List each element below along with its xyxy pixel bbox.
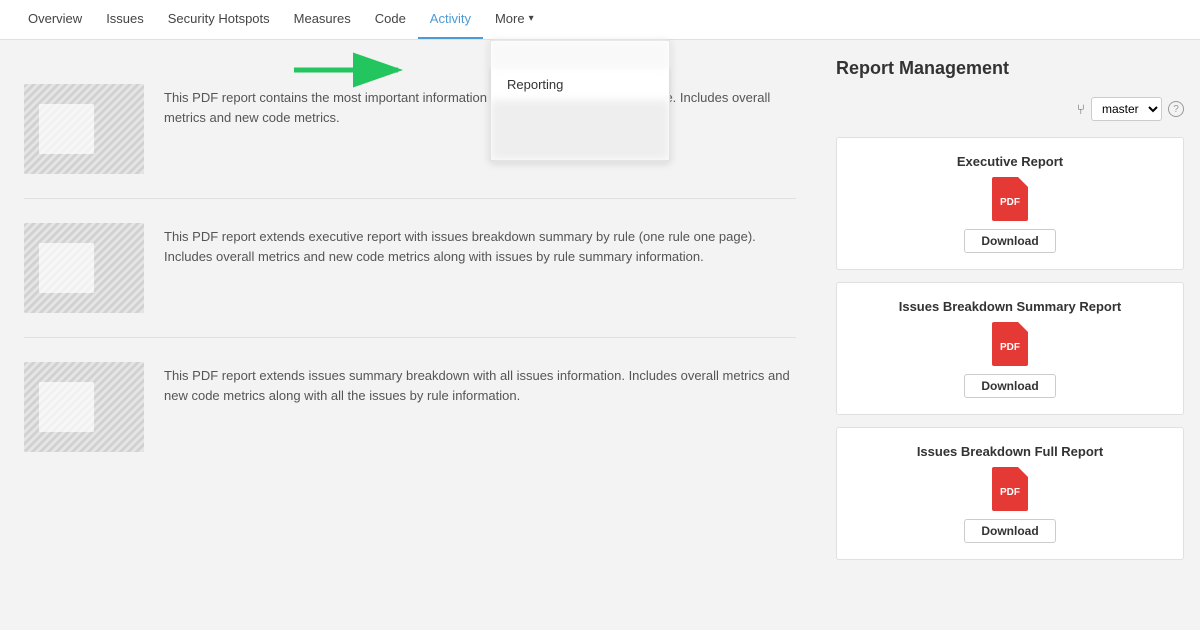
executive-download-button[interactable]: Download (964, 229, 1055, 253)
right-area: Report Management ⑂ master ? Executive R… (820, 40, 1200, 630)
nav-item-security-hotspots[interactable]: Security Hotspots (156, 0, 282, 39)
issues-full-download-button[interactable]: Download (964, 519, 1055, 543)
nav-item-measures[interactable]: Measures (282, 0, 363, 39)
left-panel: This PDF report contains the most import… (0, 40, 820, 630)
executive-pdf-label: PDF (1000, 197, 1020, 208)
nav-item-more[interactable]: More ▾ (483, 0, 546, 39)
issues-summary-report-preview (24, 223, 144, 313)
green-arrow-indicator (290, 52, 410, 91)
chevron-down-icon: ▾ (529, 13, 534, 24)
branch-select[interactable]: master (1091, 97, 1162, 121)
dropdown-item-blurred-bottom (491, 100, 669, 160)
issues-full-report-section: This PDF report extends issues summary b… (24, 338, 796, 476)
issues-summary-pdf-icon: PDF (992, 322, 1028, 366)
executive-report-description: This PDF report contains the most import… (164, 84, 796, 127)
nav-item-issues[interactable]: Issues (94, 0, 156, 39)
issues-full-report-preview (24, 362, 144, 452)
issues-summary-report-card: Issues Breakdown Summary Report PDF Down… (836, 282, 1184, 415)
more-dropdown: Reporting (490, 40, 670, 161)
issues-full-report-description: This PDF report extends issues summary b… (164, 362, 796, 405)
nav-item-code[interactable]: Code (363, 0, 418, 39)
nav-item-activity[interactable]: Activity (418, 0, 483, 39)
executive-report-card-title: Executive Report (957, 154, 1063, 169)
issues-summary-download-button[interactable]: Download (964, 374, 1055, 398)
executive-report-card: Executive Report PDF Download (836, 137, 1184, 270)
issues-full-report-card-title: Issues Breakdown Full Report (917, 444, 1103, 459)
issues-summary-pdf-label: PDF (1000, 342, 1020, 353)
issues-summary-report-description: This PDF report extends executive report… (164, 223, 796, 266)
branch-selector-row: ⑂ master ? (836, 97, 1184, 121)
page-title: Report Management (836, 50, 1184, 87)
issues-full-pdf-label: PDF (1000, 487, 1020, 498)
help-icon[interactable]: ? (1168, 101, 1184, 117)
issues-summary-report-section: This PDF report extends executive report… (24, 199, 796, 338)
issues-summary-report-card-title: Issues Breakdown Summary Report (899, 299, 1122, 314)
issues-full-report-card: Issues Breakdown Full Report PDF Downloa… (836, 427, 1184, 560)
executive-pdf-icon: PDF (992, 177, 1028, 221)
top-navigation: Overview Issues Security Hotspots Measur… (0, 0, 1200, 40)
dropdown-item-reporting[interactable]: Reporting (491, 69, 669, 100)
dropdown-item-blurred (491, 41, 669, 69)
executive-report-section: This PDF report contains the most import… (24, 60, 796, 199)
nav-item-overview[interactable]: Overview (16, 0, 94, 39)
branch-icon: ⑂ (1077, 101, 1085, 117)
executive-report-preview (24, 84, 144, 174)
issues-full-pdf-icon: PDF (992, 467, 1028, 511)
